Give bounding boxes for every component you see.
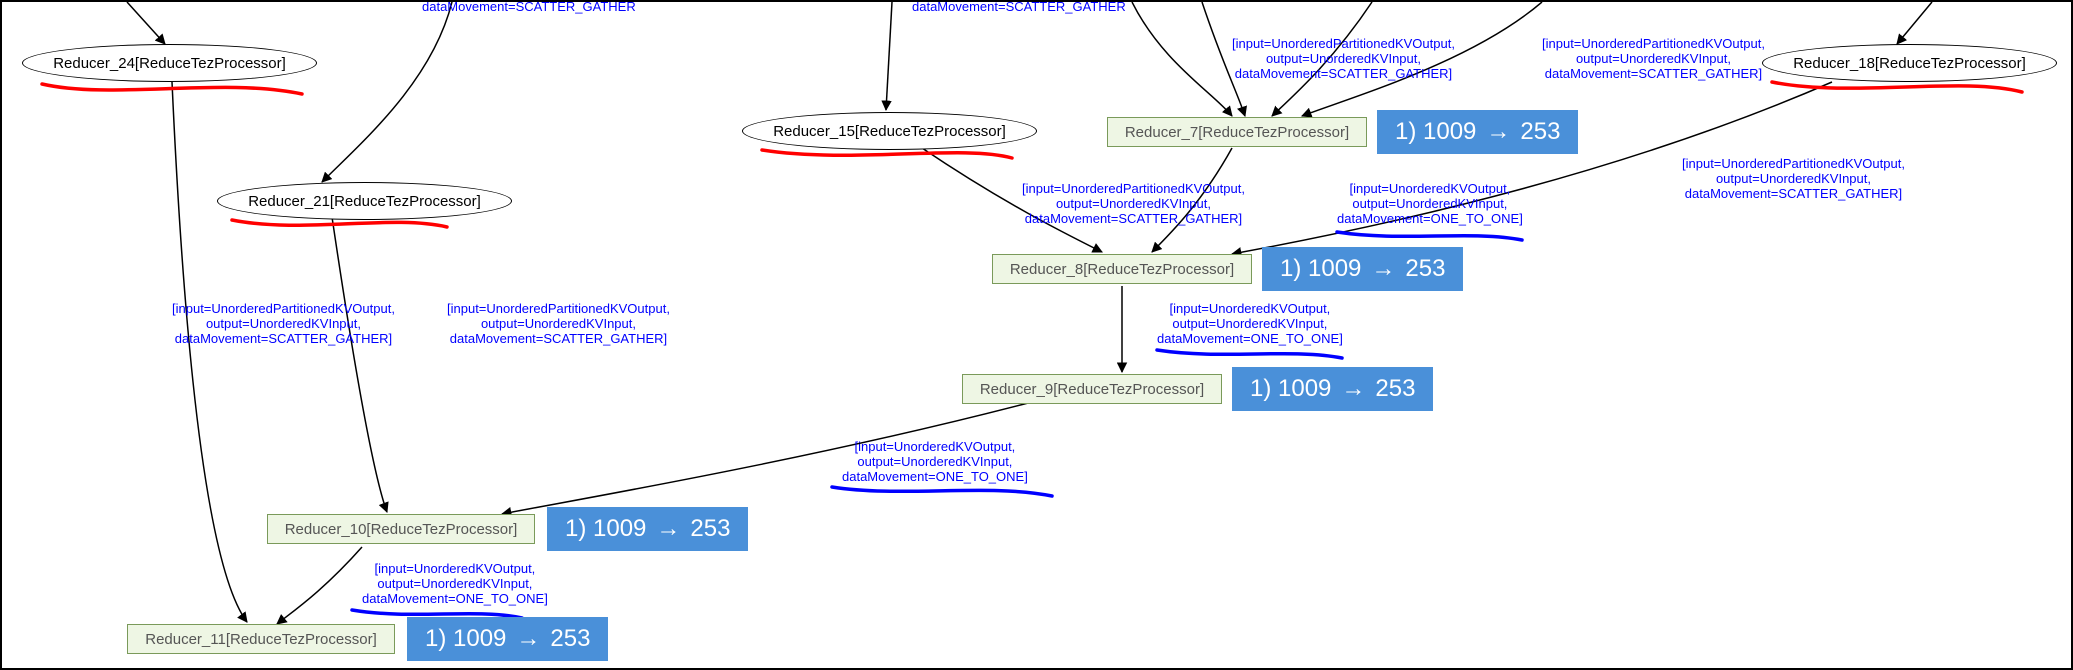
node-reducer-18: Reducer_18[ReduceTezProcessor] xyxy=(1762,44,2057,82)
annotation-text-after: 253 xyxy=(1520,118,1560,146)
arrow-right-icon: → xyxy=(516,625,540,653)
dag-canvas: Reducer_24[ReduceTezProcessor] Reducer_2… xyxy=(0,0,2073,670)
edge-label-r7-r8: [input=UnorderedKVOutput, output=Unorder… xyxy=(1337,182,1523,227)
edge-label-r8-r9: [input=UnorderedKVOutput, output=Unorder… xyxy=(1157,302,1343,347)
edge-label-r15-r8: [input=UnorderedPartitionedKVOutput, out… xyxy=(1022,182,1245,227)
annotation-r10: 1) 1009 → 253 xyxy=(547,507,748,551)
node-reducer-15: Reducer_15[ReduceTezProcessor] xyxy=(742,112,1037,150)
arrow-right-icon: → xyxy=(1341,375,1365,403)
annotation-text-before: 1) 1009 xyxy=(425,625,506,653)
annotation-text-after: 253 xyxy=(550,625,590,653)
annotation-text-before: 1) 1009 xyxy=(1280,255,1361,283)
edge-label-r24-r11: [input=UnorderedPartitionedKVOutput, out… xyxy=(172,302,395,347)
edge-label-r9-r10: [input=UnorderedKVOutput, output=Unorder… xyxy=(842,440,1028,485)
annotation-text-before: 1) 1009 xyxy=(1250,375,1331,403)
edge-label-r18-r8: [input=UnorderedPartitionedKVOutput, out… xyxy=(1682,157,1905,202)
node-reducer-11: Reducer_11[ReduceTezProcessor] xyxy=(127,624,395,654)
edge-label-top-r7-b: [input=UnorderedPartitionedKVOutput, out… xyxy=(1542,37,1765,82)
node-reducer-8: Reducer_8[ReduceTezProcessor] xyxy=(992,254,1252,284)
annotation-text-before: 1) 1009 xyxy=(1395,118,1476,146)
annotation-r9: 1) 1009 → 253 xyxy=(1232,367,1433,411)
edge-label-top-cut-1: dataMovement=SCATTER_GATHER xyxy=(422,0,636,15)
edge-label-top-r7-a: [input=UnorderedPartitionedKVOutput, out… xyxy=(1232,37,1455,82)
node-reducer-24: Reducer_24[ReduceTezProcessor] xyxy=(22,44,317,82)
annotation-r7: 1) 1009 → 253 xyxy=(1377,110,1578,154)
annotation-text-after: 253 xyxy=(690,515,730,543)
annotation-r11: 1) 1009 → 253 xyxy=(407,617,608,661)
arrow-right-icon: → xyxy=(1486,118,1510,146)
annotation-text-after: 253 xyxy=(1375,375,1415,403)
arrow-right-icon: → xyxy=(656,515,680,543)
node-reducer-7: Reducer_7[ReduceTezProcessor] xyxy=(1107,117,1367,147)
annotation-r8: 1) 1009 → 253 xyxy=(1262,247,1463,291)
node-reducer-9: Reducer_9[ReduceTezProcessor] xyxy=(962,374,1222,404)
arrow-right-icon: → xyxy=(1371,255,1395,283)
edge-label-r10-r11: [input=UnorderedKVOutput, output=Unorder… xyxy=(362,562,548,607)
annotation-text-before: 1) 1009 xyxy=(565,515,646,543)
node-reducer-21: Reducer_21[ReduceTezProcessor] xyxy=(217,182,512,220)
annotation-text-after: 253 xyxy=(1405,255,1445,283)
node-reducer-10: Reducer_10[ReduceTezProcessor] xyxy=(267,514,535,544)
edge-label-top-cut-2: dataMovement=SCATTER_GATHER xyxy=(912,0,1126,15)
edge-label-r21-r10: [input=UnorderedPartitionedKVOutput, out… xyxy=(447,302,670,347)
